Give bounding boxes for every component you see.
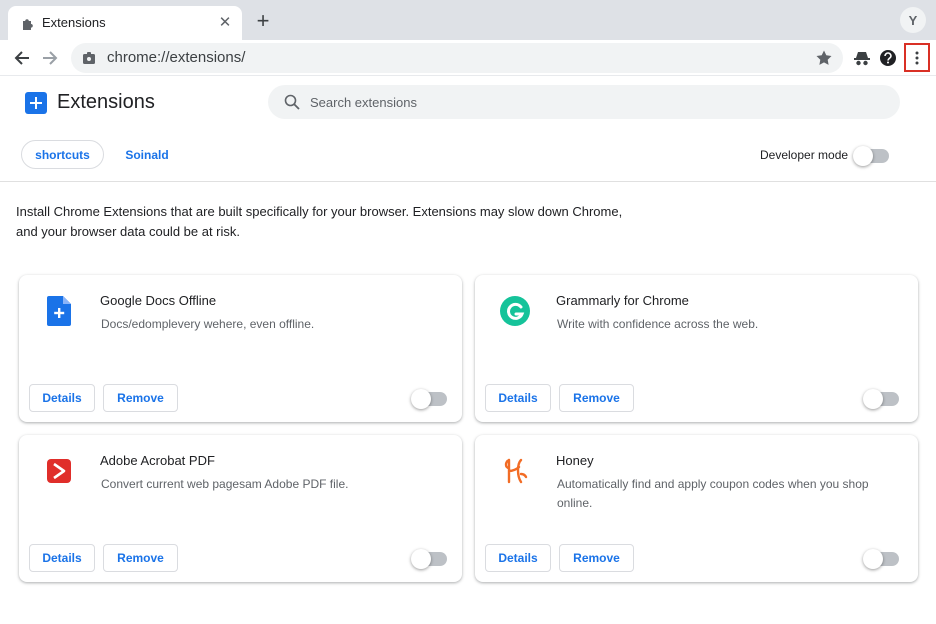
tab-extensions[interactable]: Extensions ✕ bbox=[8, 6, 242, 40]
shortcuts-button[interactable]: shortcuts bbox=[21, 140, 104, 169]
extensions-logo-icon bbox=[25, 92, 47, 114]
tab-title: Extensions bbox=[42, 15, 106, 30]
warning-notice: Install Chrome Extensions that are built… bbox=[16, 202, 636, 242]
circle-badge-icon bbox=[880, 50, 896, 66]
forward-button[interactable] bbox=[38, 46, 62, 70]
extension-description: Docs/edomplevery wehere, even offline. bbox=[101, 317, 315, 331]
google-docs-icon bbox=[43, 295, 75, 327]
hat-icon bbox=[854, 52, 870, 66]
toggle-knob bbox=[863, 549, 883, 569]
toggle-knob bbox=[863, 389, 883, 409]
puzzle-icon bbox=[23, 19, 33, 30]
toolbar: chrome://extensions/ bbox=[0, 40, 936, 76]
remove-button[interactable]: Remove bbox=[103, 544, 178, 572]
extension-card: Google Docs Offline Docs/edomplevery weh… bbox=[19, 275, 462, 422]
extension-site-icon bbox=[83, 52, 95, 64]
extension-name: Grammarly for Chrome bbox=[556, 293, 689, 308]
toggle-knob bbox=[411, 549, 431, 569]
notice-line-2: and your browser data could be at risk. bbox=[16, 224, 241, 239]
chrome-menu-button[interactable] bbox=[904, 43, 930, 72]
remove-button[interactable]: Remove bbox=[103, 384, 178, 412]
notice-line-1: Install Chrome Extensions that are built… bbox=[16, 204, 623, 219]
details-button[interactable]: Details bbox=[485, 384, 551, 412]
header-divider bbox=[0, 181, 936, 182]
details-button[interactable]: Details bbox=[485, 544, 551, 572]
tab-strip: Extensions ✕ + Y bbox=[0, 0, 936, 40]
close-tab-icon[interactable]: ✕ bbox=[216, 13, 234, 31]
extension-description: Write with confidence across the web. bbox=[557, 317, 759, 331]
profile-avatar[interactable]: Y bbox=[900, 7, 926, 33]
extension-enable-toggle[interactable] bbox=[411, 549, 447, 569]
bookmark-star-icon[interactable] bbox=[815, 49, 833, 67]
adobe-acrobat-icon bbox=[43, 455, 75, 487]
forward-arrow-icon bbox=[43, 51, 58, 65]
extension-name: Honey bbox=[556, 453, 594, 468]
toggle-knob bbox=[853, 146, 873, 166]
extension-name: Google Docs Offline bbox=[100, 293, 217, 308]
honey-icon bbox=[499, 455, 531, 487]
grammarly-icon bbox=[499, 295, 531, 327]
extension-name: Adobe Acrobat PDF bbox=[100, 453, 215, 468]
address-bar[interactable]: chrome://extensions/ bbox=[71, 43, 843, 73]
extension-action-icon[interactable] bbox=[878, 48, 898, 68]
new-tab-button[interactable]: + bbox=[252, 10, 274, 32]
back-button[interactable] bbox=[10, 46, 34, 70]
page-title: Extensions bbox=[57, 91, 155, 113]
extension-enable-toggle[interactable] bbox=[863, 389, 899, 409]
search-input[interactable] bbox=[310, 85, 870, 119]
extension-card: Honey Automatically find and apply coupo… bbox=[475, 435, 918, 582]
extension-card: Grammarly for Chrome Write with confiden… bbox=[475, 275, 918, 422]
toggle-knob bbox=[411, 389, 431, 409]
developer-mode-toggle[interactable] bbox=[853, 146, 889, 166]
remove-button[interactable]: Remove bbox=[559, 544, 634, 572]
details-button[interactable]: Details bbox=[29, 384, 95, 412]
extension-enable-toggle[interactable] bbox=[863, 549, 899, 569]
remove-button[interactable]: Remove bbox=[559, 384, 634, 412]
search-bar[interactable] bbox=[268, 85, 900, 119]
extension-description: Convert current web pagesam Adobe PDF fi… bbox=[101, 477, 349, 491]
incognito-extension-icon[interactable] bbox=[852, 48, 872, 68]
extension-enable-toggle[interactable] bbox=[411, 389, 447, 409]
more-vert-icon bbox=[915, 51, 919, 64]
address-text: chrome://extensions/ bbox=[107, 49, 246, 66]
details-button[interactable]: Details bbox=[29, 544, 95, 572]
search-icon bbox=[284, 94, 300, 110]
extension-card: Adobe Acrobat PDF Convert current web pa… bbox=[19, 435, 462, 582]
extension-description: Automatically find and apply coupon code… bbox=[557, 477, 869, 510]
secondary-chip-button[interactable]: Soinald bbox=[113, 140, 181, 169]
back-arrow-icon bbox=[14, 51, 29, 65]
developer-mode-label: Developer mode bbox=[760, 148, 849, 162]
